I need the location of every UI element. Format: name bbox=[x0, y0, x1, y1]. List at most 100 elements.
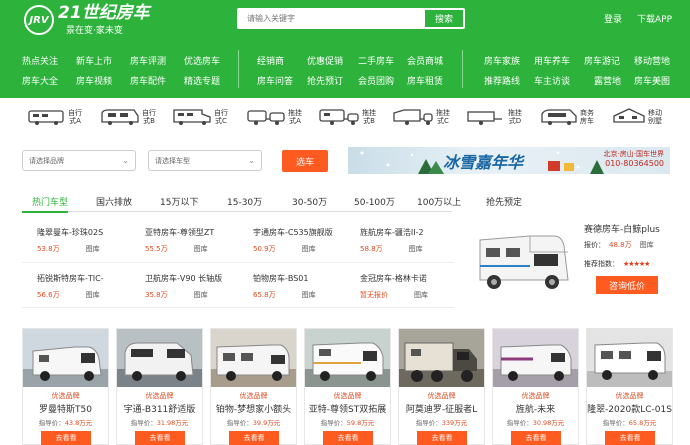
tab-hot-models[interactable]: 热门车型 bbox=[32, 195, 68, 208]
nav-link[interactable]: 房车配件 bbox=[130, 74, 166, 87]
rv-card[interactable]: 优选品牌 隆翠-2020款LC-01S 指导价：65.8万元 去看看 bbox=[586, 328, 673, 445]
gallery-link[interactable]: 图库 bbox=[640, 241, 654, 249]
tab-price[interactable]: 30-50万 bbox=[292, 195, 327, 208]
nav-link[interactable]: 车主访谈 bbox=[534, 74, 570, 87]
nav-link[interactable]: 新车上市 bbox=[76, 54, 112, 67]
nav-link[interactable]: 会员商城 bbox=[407, 54, 443, 67]
nav-link[interactable]: 房车问答 bbox=[257, 74, 293, 87]
rv-type-label: 移动别墅 bbox=[648, 109, 662, 125]
trailer-b-icon bbox=[319, 109, 359, 125]
rv-type-item[interactable]: 自行式C bbox=[172, 104, 228, 130]
view-button[interactable]: 去看看 bbox=[605, 431, 655, 445]
rv-photo bbox=[117, 329, 202, 387]
tab-price[interactable]: 50-100万 bbox=[354, 195, 395, 208]
rv-type-item[interactable]: 拖挂式B bbox=[318, 104, 376, 130]
rv-type-label: 拖挂式C bbox=[436, 109, 450, 125]
nav-link[interactable]: 移动营地 bbox=[634, 54, 670, 67]
search-input[interactable] bbox=[237, 8, 425, 29]
gallery-link[interactable]: 图库 bbox=[302, 245, 316, 253]
view-button[interactable]: 去看看 bbox=[323, 431, 373, 445]
search-button[interactable]: 搜索 bbox=[425, 10, 463, 27]
nav-link[interactable]: 优惠促销 bbox=[307, 54, 343, 67]
gallery-link[interactable]: 图库 bbox=[409, 245, 423, 253]
gallery-link[interactable]: 图库 bbox=[194, 245, 208, 253]
rv-card[interactable]: 优选品牌 铂物-梦想家小额头 指导价：39.9万元 去看看 bbox=[210, 328, 297, 445]
nav-link[interactable]: 热点关注 bbox=[22, 54, 58, 67]
rv-photo bbox=[305, 329, 390, 387]
motorhome-b-icon bbox=[101, 109, 139, 125]
model-item[interactable]: 旌航房车-疆浩II-2 58.8万 图库 bbox=[360, 227, 424, 261]
featured-rv-name[interactable]: 赛德房车-白鲸plus bbox=[584, 222, 660, 235]
nav-link[interactable]: 优选房车 bbox=[184, 54, 220, 67]
tab-price[interactable]: 100万以上 bbox=[417, 195, 461, 208]
rv-card[interactable]: 优选品牌 阿莫迪罗-征服者L 指导价：339万元 去看看 bbox=[398, 328, 485, 445]
site-logo[interactable]: JRV 21世纪房车 景在变·家未变 bbox=[24, 4, 150, 36]
rv-type-item[interactable]: 商务房车 bbox=[540, 104, 594, 130]
promo-banner[interactable]: 冰雪嘉年华 北京·房山·国车世界 010-80364500 bbox=[348, 147, 670, 174]
gallery-link[interactable]: 图库 bbox=[86, 291, 100, 299]
rv-type-label: 拖挂式B bbox=[362, 109, 376, 125]
nav-link[interactable]: 推荐路线 bbox=[484, 74, 520, 87]
nav-link[interactable]: 抢先预订 bbox=[307, 74, 343, 87]
nav-link[interactable]: 房车租赁 bbox=[407, 74, 443, 87]
gallery-link[interactable]: 图库 bbox=[302, 291, 316, 299]
tab-price[interactable]: 15-30万 bbox=[227, 195, 262, 208]
download-app-link[interactable]: 下载APP bbox=[637, 12, 672, 25]
nav-link[interactable]: 房车游记 bbox=[584, 54, 620, 67]
model-item[interactable]: 铂物房车-BS01 65.8万 图库 bbox=[253, 273, 316, 307]
rv-card[interactable]: 优选品牌 罗曼特斯T50 指导价：43.8万元 去看看 bbox=[22, 328, 109, 445]
banner-title: 冰雪嘉年华 bbox=[443, 153, 524, 172]
rv-type-label: 自行式A bbox=[68, 109, 82, 125]
nav-link[interactable]: 用车养车 bbox=[534, 54, 570, 67]
nav-link[interactable]: 房车大全 bbox=[22, 74, 58, 87]
featured-rv-image[interactable] bbox=[472, 222, 576, 296]
search-box: 搜索 bbox=[237, 8, 465, 29]
rv-type-item[interactable]: 自行式B bbox=[100, 104, 156, 130]
view-button[interactable]: 去看看 bbox=[229, 431, 279, 445]
rv-type-item[interactable]: 自行式A bbox=[28, 104, 82, 130]
tab-emission[interactable]: 国六排放 bbox=[96, 195, 132, 208]
gallery-link[interactable]: 图库 bbox=[414, 291, 428, 299]
motorhome-c-icon bbox=[173, 109, 211, 125]
login-link[interactable]: 登录 bbox=[604, 12, 622, 25]
rv-card[interactable]: 优选品牌 亚特-尊领ST双拓展 指导价：59.8万元 去看看 bbox=[304, 328, 391, 445]
nav-link[interactable]: 二手房车 bbox=[358, 54, 394, 67]
model-item[interactable]: 金冠房车-格林卡诺 暂无报价 图库 bbox=[360, 273, 428, 307]
view-button[interactable]: 去看看 bbox=[511, 431, 561, 445]
gallery-link[interactable]: 图库 bbox=[86, 245, 100, 253]
pick-car-button[interactable]: 选车 bbox=[282, 150, 328, 172]
price-tabs: 热门车型 国六排放 15万以下 15-30万 30-50万 50-100万 10… bbox=[22, 192, 461, 212]
nav-link[interactable]: 精选专题 bbox=[184, 74, 220, 87]
rv-card[interactable]: 优选品牌 旌航-未来 指导价：30.98万元 去看看 bbox=[492, 328, 579, 445]
rv-type-item[interactable]: 移动别墅 bbox=[612, 104, 662, 130]
rv-type-item[interactable]: 拖挂式D bbox=[466, 104, 522, 130]
brand-select[interactable]: 请选择品牌 ⌄ bbox=[22, 150, 136, 171]
trailer-d-icon bbox=[467, 111, 502, 125]
rv-type-label: 拖挂式A bbox=[288, 109, 302, 125]
nav-link[interactable]: 房车美图 bbox=[634, 74, 670, 87]
view-button[interactable]: 去看看 bbox=[41, 431, 91, 445]
rv-photo bbox=[587, 329, 672, 387]
type-select[interactable]: 请选择车型 ⌄ bbox=[148, 150, 262, 171]
nav-link[interactable]: 经销商 bbox=[257, 54, 284, 67]
model-item[interactable]: 宇通房车-C535旗舰版 50.9万 图库 bbox=[253, 227, 333, 261]
nav-link[interactable]: 房车视频 bbox=[76, 74, 112, 87]
view-button[interactable]: 去看看 bbox=[135, 431, 185, 445]
tab-price[interactable]: 15万以下 bbox=[160, 195, 198, 208]
business-van-icon bbox=[541, 109, 577, 125]
gallery-link[interactable]: 图库 bbox=[194, 291, 208, 299]
tab-preorder[interactable]: 抢先预定 bbox=[486, 195, 522, 208]
nav-link[interactable]: 露营地 bbox=[594, 74, 621, 87]
model-item[interactable]: 拓锐斯特房车-TIC- 56.6万 图库 bbox=[37, 273, 104, 307]
rv-card[interactable]: 优选品牌 宇通-B311舒适版 指导价：31.98万元 去看看 bbox=[116, 328, 203, 445]
model-item[interactable]: 卫航房车-V90 长轴版 35.8万 图库 bbox=[145, 273, 222, 307]
rv-type-item[interactable]: 拖挂式A bbox=[246, 104, 302, 130]
nav-link[interactable]: 房车家族 bbox=[484, 54, 520, 67]
nav-link[interactable]: 会员团购 bbox=[358, 74, 394, 87]
model-item[interactable]: 隆翠曼车-珍珠02S 53.8万 图库 bbox=[37, 227, 103, 261]
nav-link[interactable]: 房车评测 bbox=[130, 54, 166, 67]
view-button[interactable]: 去看看 bbox=[417, 431, 467, 445]
ask-lowest-price-button[interactable]: 咨询低价 bbox=[596, 276, 658, 294]
model-item[interactable]: 亚特房车-尊领型ZT 55.5万 图库 bbox=[145, 227, 214, 261]
rv-type-item[interactable]: 拖挂式C bbox=[392, 104, 450, 130]
